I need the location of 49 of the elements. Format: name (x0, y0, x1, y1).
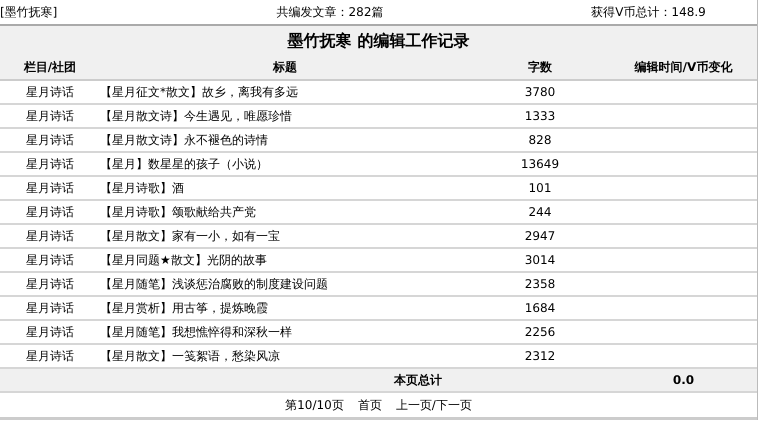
prev-next-link[interactable]: 上一页/下一页 (396, 396, 472, 414)
article-title: 【星月诗歌】颂歌献给共产党 (100, 204, 256, 220)
table-cell: 2358 (524, 277, 556, 291)
column-header: 编辑时间/V币变化 (634, 59, 732, 76)
article-title: 【星月随笔】浅谈惩治腐败的制度建设问题 (100, 276, 328, 292)
table-cell: 13649 (520, 157, 560, 171)
table-cell: 828 (528, 133, 552, 147)
column-header: 字数 (528, 59, 552, 76)
article-title: 【星月散文】一笺絮语，愁染风凉 (100, 348, 280, 364)
total-label: 本页总计 (394, 372, 442, 388)
table-cell: 星月诗话 (26, 156, 74, 172)
table-cell: 2256 (524, 325, 556, 339)
table-cell: 星月诗话 (26, 108, 74, 124)
table-cell: 244 (528, 205, 552, 219)
table-cell: 2947 (524, 229, 556, 243)
table-cell: 星月诗话 (26, 84, 74, 100)
article-title: 【星月散文】家有一小，如有一宝 (100, 228, 280, 244)
column-header: 标题 (273, 59, 297, 76)
table-cell: 3014 (524, 253, 556, 267)
table-cell: 1333 (524, 109, 556, 123)
table-cell: 2312 (524, 349, 556, 363)
table-cell: 星月诗话 (26, 324, 74, 340)
table-cell: 星月诗话 (26, 132, 74, 148)
page-title: 墨竹抚寒 的编辑工作记录 (286, 30, 470, 52)
vcoin-total: 获得V币总计：148.9 (591, 4, 706, 20)
table-cell: 101 (528, 181, 552, 195)
table-cell: 星月诗话 (26, 180, 74, 196)
table-cell: 1684 (524, 301, 556, 315)
table-cell: 3780 (524, 85, 556, 99)
table-cell: 星月诗话 (26, 348, 74, 364)
table-cell: 星月诗话 (26, 228, 74, 244)
article-count: 共编发文章：282篇 (276, 4, 384, 20)
table-cell: 星月诗话 (26, 276, 74, 292)
article-title: 【星月同题★散文】光阴的故事 (100, 252, 267, 268)
table-cell: 星月诗话 (26, 204, 74, 220)
user-link[interactable]: [墨竹抚寒] (0, 4, 120, 20)
article-title: 【星月赏析】用古筝，提炼晚霞 (100, 300, 268, 316)
article-title: 【星月】数星星的孩子（小说） (100, 156, 268, 172)
table-cell: 星月诗话 (26, 300, 74, 316)
article-title: 【星月散文诗】永不褪色的诗情 (100, 132, 268, 148)
first-page-link[interactable]: 首页 (358, 396, 382, 414)
article-title: 【星月诗歌】酒 (100, 180, 184, 196)
article-title: 【星月征文*散文】故乡，离我有多远 (100, 84, 298, 100)
column-header: 栏目/社团 (24, 59, 76, 76)
page-indicator: 第10/10页 (285, 396, 344, 414)
article-title: 【星月散文诗】今生遇见，唯愿珍惜 (100, 108, 292, 124)
total-value: 0.0 (672, 373, 694, 387)
table-cell: 星月诗话 (26, 252, 74, 268)
article-title: 【星月随笔】我想憔悴得和深秋一样 (100, 324, 292, 340)
